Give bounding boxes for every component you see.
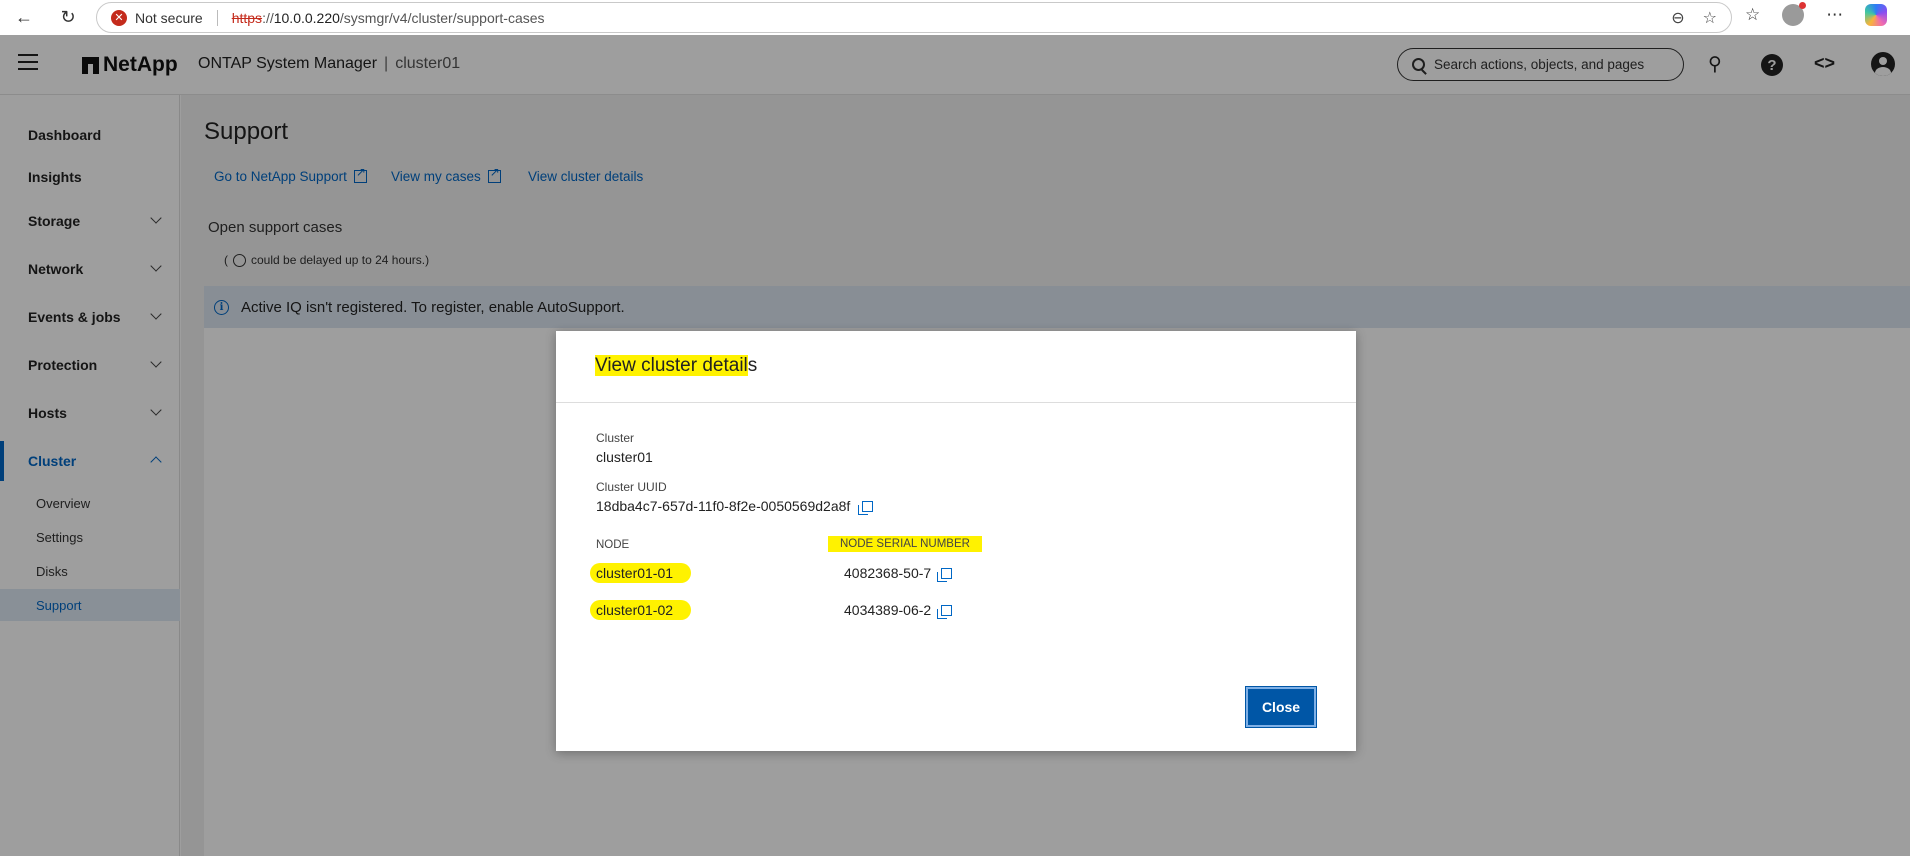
security-warning-icon[interactable]: ✕ [111, 9, 127, 26]
serial-column-header-label: NODE SERIAL NUMBER [828, 536, 982, 552]
node-name-cell: cluster01-01 [590, 563, 692, 583]
url-host: 10.0.0.220 [273, 9, 340, 26]
node-name-cell: cluster01-02 [590, 600, 692, 620]
serial-column-header: NODE SERIAL NUMBER [828, 536, 982, 552]
security-label[interactable]: Not secure [135, 10, 203, 26]
node-serial: 4034389-06-2 [844, 602, 932, 618]
address-divider [216, 9, 218, 26]
node-serial-cell: 4082368-50-7 [844, 565, 953, 582]
cluster-uuid-row: 18dba4c7-657d-11f0-8f2e-0050569d2a8f [596, 498, 874, 515]
cluster-value: cluster01 [596, 449, 653, 465]
url-scheme: https [231, 9, 263, 26]
dialog-title: View cluster details [595, 355, 757, 377]
node-name: cluster01-01 [590, 563, 692, 583]
close-button[interactable]: Close [1245, 686, 1317, 728]
node-name: cluster01-02 [590, 600, 692, 620]
dialog-title-suffix: s [747, 355, 758, 376]
more-menu-icon[interactable]: ⋯ [1826, 5, 1843, 25]
back-arrow-icon[interactable]: ← [10, 3, 38, 31]
node-column-header: NODE [596, 539, 630, 551]
copilot-icon[interactable] [1865, 4, 1888, 26]
cluster-label: Cluster [596, 431, 635, 445]
url-separator: :// [262, 9, 274, 26]
cluster-details-dialog: View cluster details Cluster cluster01 C… [556, 331, 1356, 751]
node-serial: 4082368-50-7 [844, 565, 932, 581]
reader-mode-icon[interactable]: ⊖ [1671, 8, 1684, 28]
node-serial-cell: 4034389-06-2 [844, 602, 953, 619]
profile-avatar[interactable] [1782, 2, 1807, 26]
cluster-uuid-value: 18dba4c7-657d-11f0-8f2e-0050569d2a8f [596, 498, 851, 514]
address-bar[interactable]: ✕ Not secure https://10.0.0.220/sysmgr/v… [96, 2, 1732, 33]
dialog-title-highlighted: View cluster detail [595, 355, 748, 376]
favorites-icon[interactable]: ☆ [1745, 5, 1760, 25]
dialog-divider [556, 402, 1356, 403]
copy-icon[interactable] [937, 567, 953, 582]
refresh-icon[interactable]: ↻ [54, 3, 82, 31]
copy-icon[interactable] [937, 604, 953, 619]
favorite-star-icon[interactable]: ☆ [1703, 8, 1717, 28]
url-path: /sysmgr/v4/cluster/support-cases [339, 9, 545, 26]
browser-toolbar: ← ↻ ✕ Not secure https://10.0.0.220/sysm… [0, 0, 1910, 35]
copy-icon[interactable] [858, 500, 874, 515]
cluster-uuid-label: Cluster UUID [596, 480, 667, 494]
